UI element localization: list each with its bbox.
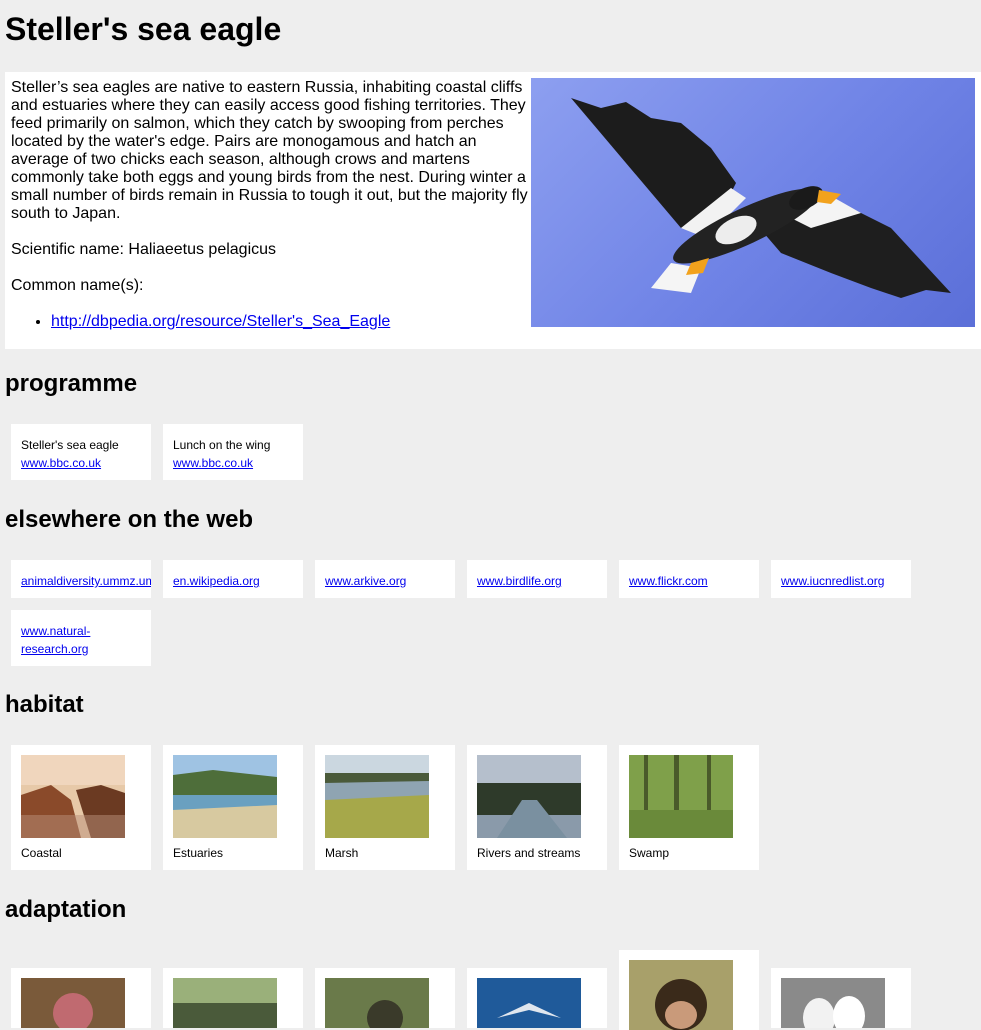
programme-link[interactable]: www.bbc.co.uk (21, 454, 141, 472)
adaptation-card[interactable] (11, 968, 151, 1028)
habitat-label: Estuaries (173, 846, 224, 860)
programme-title: Steller's sea eagle (21, 438, 119, 452)
eagle-photo (531, 78, 975, 327)
common-names-list: http://dbpedia.org/resource/Steller's_Se… (11, 313, 531, 331)
programme-card: Lunch on the wing www.bbc.co.uk (163, 424, 303, 480)
elsewhere-heading: elsewhere on the web (5, 506, 254, 533)
species-description: Steller’s sea eagles are native to easte… (11, 79, 528, 222)
adaptation-thumbnail (781, 978, 885, 1028)
habitat-label: Rivers and streams (477, 846, 581, 860)
web-link[interactable]: www.birdlife.org (477, 572, 597, 590)
web-link[interactable]: animaldiversity.ummz.umich.edu (21, 572, 151, 590)
web-link-card: www.iucnredlist.org (771, 560, 911, 598)
eagle-illustration (571, 98, 951, 298)
web-link-card: animaldiversity.ummz.umich.edu (11, 560, 151, 598)
programme-heading: programme (5, 370, 138, 397)
web-link[interactable]: www.natural-research.org (21, 622, 101, 658)
adaptation-thumbnail (629, 960, 733, 1030)
adaptation-thumbnail (21, 978, 125, 1028)
programme-link[interactable]: www.bbc.co.uk (173, 454, 293, 472)
web-link[interactable]: en.wikipedia.org (173, 572, 293, 590)
web-link-card: www.flickr.com (619, 560, 759, 598)
adaptation-thumbnail (477, 978, 581, 1028)
adaptation-card[interactable] (315, 968, 455, 1028)
habitat-card[interactable]: Marsh (315, 745, 455, 870)
habitat-label: Swamp (629, 846, 670, 860)
adaptation-thumbnail (325, 978, 429, 1028)
habitat-heading: habitat (5, 691, 84, 718)
page-title: Steller's sea eagle (5, 11, 282, 47)
programme-card: Steller's sea eagle www.bbc.co.uk (11, 424, 151, 480)
adaptation-card[interactable] (467, 968, 607, 1028)
coastal-thumbnail (21, 755, 125, 838)
web-link-card: www.natural-research.org (11, 610, 151, 666)
intro-panel: Steller’s sea eagles are native to easte… (5, 72, 981, 349)
common-name-item: http://dbpedia.org/resource/Steller's_Se… (51, 313, 531, 331)
web-link-card: www.arkive.org (315, 560, 455, 598)
habitat-card[interactable]: Coastal (11, 745, 151, 870)
habitat-card[interactable]: Estuaries (163, 745, 303, 870)
web-link[interactable]: www.flickr.com (629, 572, 749, 590)
rivers-thumbnail (477, 755, 581, 838)
web-link-card: www.birdlife.org (467, 560, 607, 598)
web-link[interactable]: www.iucnredlist.org (781, 572, 901, 590)
habitat-label: Marsh (325, 846, 359, 860)
estuaries-thumbnail (173, 755, 277, 838)
scientific-name: Scientific name: Haliaeetus pelagicus (11, 241, 277, 258)
habitat-card[interactable]: Rivers and streams (467, 745, 607, 870)
programme-title: Lunch on the wing (173, 438, 271, 452)
common-names-label: Common name(s): (11, 277, 144, 294)
adaptation-card[interactable] (771, 968, 911, 1028)
swamp-thumbnail (629, 755, 733, 838)
adaptation-heading: adaptation (5, 896, 127, 923)
web-link[interactable]: www.arkive.org (325, 572, 445, 590)
dbpedia-link[interactable]: http://dbpedia.org/resource/Steller's_Se… (51, 313, 390, 330)
web-link-card: en.wikipedia.org (163, 560, 303, 598)
adaptation-card[interactable] (163, 968, 303, 1028)
adaptation-thumbnail (173, 978, 277, 1028)
habitat-label: Coastal (21, 846, 62, 860)
intro-text: Steller’s sea eagles are native to easte… (11, 79, 531, 331)
habitat-card[interactable]: Swamp (619, 745, 759, 870)
adaptation-card[interactable] (619, 950, 759, 1030)
marsh-thumbnail (325, 755, 429, 838)
